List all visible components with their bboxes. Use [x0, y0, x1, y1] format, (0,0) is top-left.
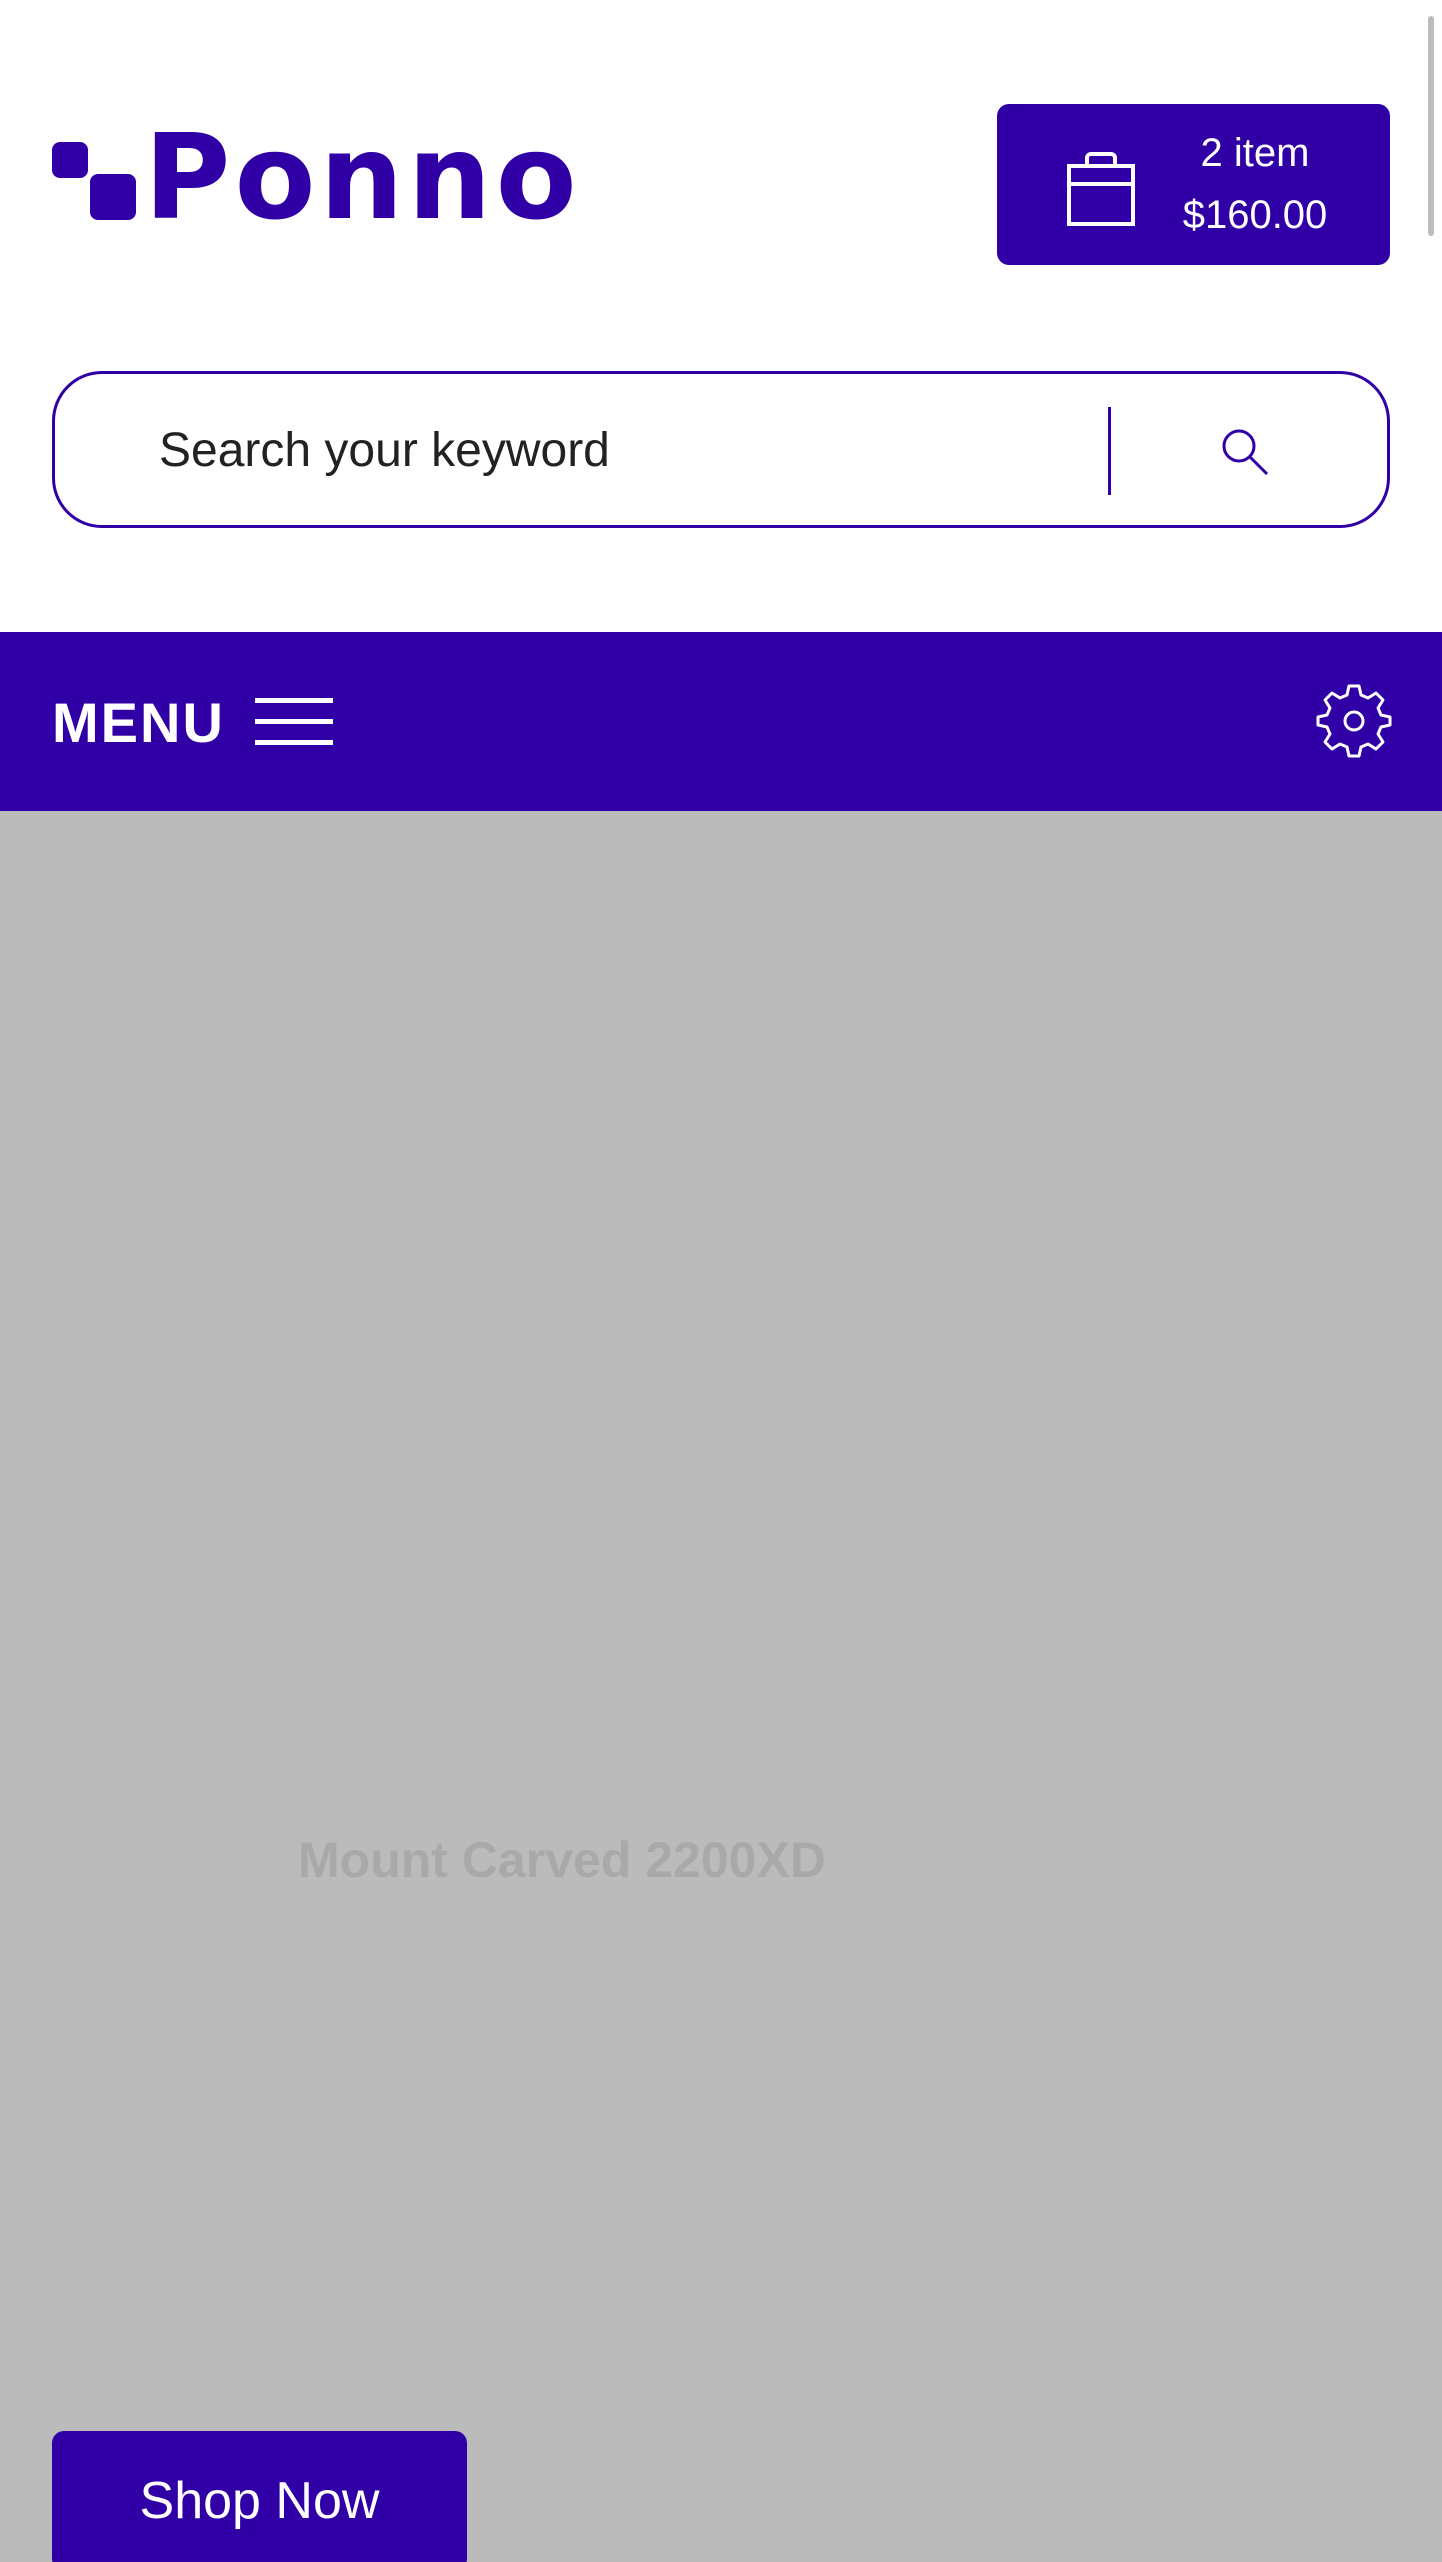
- settings-button[interactable]: [1316, 682, 1392, 758]
- menu-button[interactable]: MENU: [52, 682, 352, 762]
- logo-icon-square: [90, 174, 136, 220]
- hero-banner: Mount Carved 2200XD: [0, 811, 1442, 2562]
- search-input[interactable]: [159, 414, 1059, 486]
- nav-bar: MENU: [0, 632, 1442, 811]
- page: Ponno 2 item $160.00 MENU: [0, 0, 1442, 2562]
- shop-now-button[interactable]: Shop Now: [52, 2431, 467, 2562]
- cart-summary: 2 item $160.00: [1155, 122, 1355, 246]
- search-button[interactable]: [1205, 412, 1285, 492]
- search-divider: [1108, 407, 1111, 495]
- cart-item-count: 2 item: [1200, 131, 1310, 175]
- gear-icon: [1316, 684, 1392, 758]
- search-icon: [1222, 429, 1269, 476]
- logo-text: Ponno: [144, 108, 581, 246]
- logo[interactable]: Ponno: [52, 118, 577, 236]
- hero-title: Mount Carved 2200XD: [298, 1832, 826, 1888]
- search-bar: [52, 371, 1390, 528]
- cart-total: $160.00: [1182, 193, 1328, 237]
- scrollbar[interactable]: [1428, 16, 1434, 236]
- shopping-bag-icon: [1067, 152, 1135, 226]
- logo-icon: [52, 142, 88, 178]
- menu-label: MENU: [52, 690, 225, 754]
- cart-button[interactable]: 2 item $160.00: [997, 104, 1390, 265]
- hamburger-icon: [254, 696, 333, 748]
